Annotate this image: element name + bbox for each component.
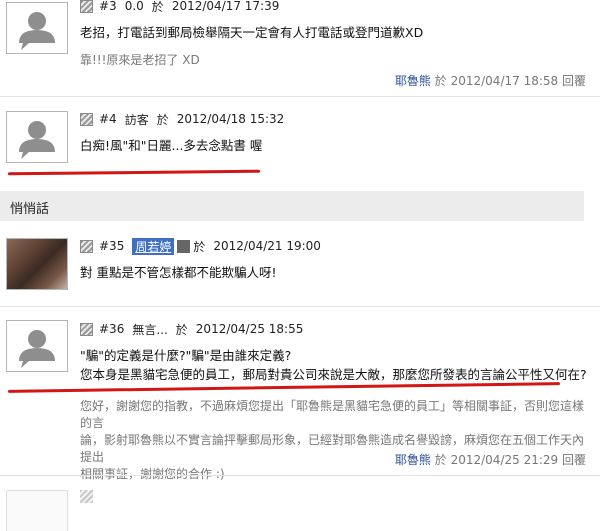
user-avatar-icon[interactable]	[6, 320, 68, 372]
reply-date: 2012/04/25 21:29	[450, 453, 559, 467]
section-label: 悄悄話	[10, 202, 50, 217]
comment-meta: #4 訪客 於 2012/04/18 15:32	[80, 111, 284, 127]
divider	[0, 96, 600, 97]
comment-meta: #3 0.0 於 2012/04/17 17:39	[80, 0, 279, 14]
on-label: 於	[193, 239, 206, 254]
reply-body: 靠!!!原來是老招了 XD	[80, 53, 200, 67]
comment-date: 2012/04/25 18:55	[195, 322, 304, 336]
reply-action[interactable]: 回覆	[562, 453, 586, 467]
comment-author-link[interactable]: 周若婷	[132, 237, 175, 255]
comment-author: 0.0	[124, 0, 144, 13]
comment-body-line-2: 您本身是黑貓宅急便的員工，郵局對貴公司來說是大敵，那麼您所發表的言論公平性又何在…	[80, 367, 587, 382]
section-header: 悄悄話	[0, 191, 584, 221]
divider	[0, 306, 600, 307]
red-underline-annotation	[7, 169, 261, 176]
comment-number-icon	[80, 112, 93, 126]
comment-meta: #35 周若婷 於 2012/04/21 19:00	[80, 237, 321, 255]
comment-body-line-1: "騙"的定義是什麼?"騙"是由誰來定義?	[80, 348, 292, 363]
comment-author: 無言...	[132, 322, 168, 337]
next-comment-avatar	[6, 490, 68, 531]
comment-number: #3	[99, 0, 117, 13]
comment-body: 白痴!風"和"日麗...多去念點書 喔	[80, 138, 263, 153]
reply-author-link[interactable]: 耶魯熊	[395, 453, 431, 467]
comment-number: #35	[99, 239, 125, 253]
comment-number: #36	[99, 322, 125, 336]
comment-date: 2012/04/18 15:32	[176, 112, 285, 126]
reply-action[interactable]: 回覆	[562, 74, 586, 88]
comment-date: 2012/04/21 19:00	[213, 239, 321, 253]
user-avatar-icon[interactable]	[6, 2, 68, 54]
comment-meta: #36 無言... 於 2012/04/25 18:55	[80, 321, 303, 337]
reply-meta: 耶魯熊 於 2012/04/25 21:29 回覆	[395, 451, 586, 468]
reply-line: 您好，謝謝您的指教，不過麻煩您提出「耶魯熊是黑貓宅急便的員工」等相關事証，否則您…	[80, 399, 585, 430]
reply-meta: 耶魯熊 於 2012/04/17 18:58 回覆	[395, 72, 586, 89]
comment-date: 2012/04/17 17:39	[171, 0, 280, 13]
comment-number-icon	[80, 490, 93, 503]
comment-number-icon	[80, 322, 93, 336]
red-underline-annotation	[8, 382, 560, 393]
comment-number: #4	[99, 112, 117, 126]
reply-date: 2012/04/17 18:58	[450, 74, 559, 88]
on-label: 於	[434, 453, 447, 467]
comment-author: 訪客	[124, 112, 149, 127]
reply-body: 您好，謝謝您的指教，不過麻煩您提出「耶魯熊是黑貓宅急便的員工」等相關事証，否則您…	[80, 398, 590, 483]
comment-number-icon	[80, 239, 93, 253]
reply-author-link[interactable]: 耶魯熊	[395, 74, 431, 88]
comment-body: 老招，打電話到郵局檢舉隔天一定會有人打電話或登門道歉XD	[80, 25, 424, 40]
divider	[0, 475, 600, 476]
on-label: 於	[175, 322, 188, 337]
user-avatar-photo[interactable]	[6, 238, 68, 290]
on-label: 於	[156, 112, 169, 127]
on-label: 於	[434, 74, 447, 88]
square-icon	[177, 239, 191, 253]
on-label: 於	[151, 0, 164, 14]
comment-body: 對 重點是不管怎樣都不能欺騙人呀!	[80, 265, 277, 280]
user-avatar-icon[interactable]	[6, 111, 68, 163]
comment-number-icon	[80, 0, 93, 13]
